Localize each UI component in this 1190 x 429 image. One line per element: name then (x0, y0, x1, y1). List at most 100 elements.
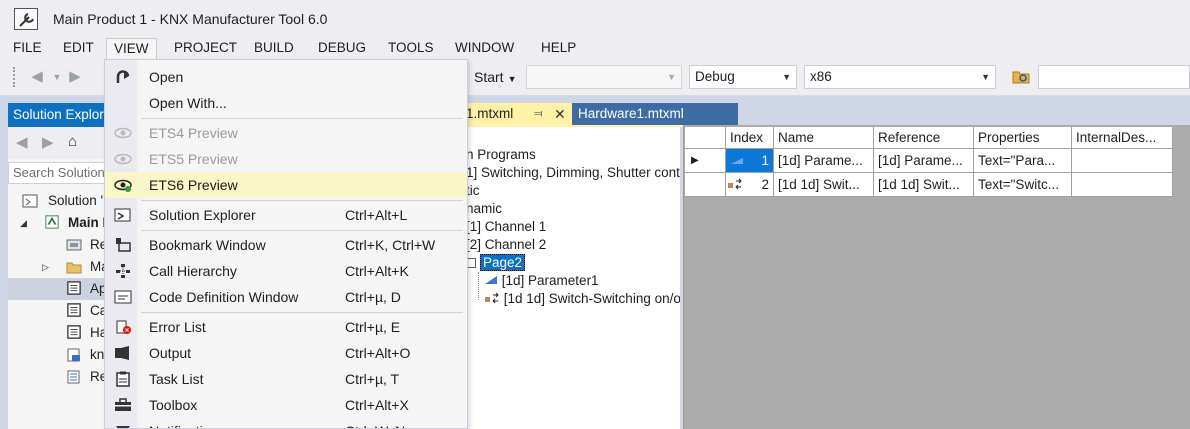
back-dropdown-icon[interactable]: ▼ (48, 68, 66, 86)
start-button[interactable]: Start ▼ (474, 69, 517, 85)
row-properties[interactable]: Text="Para... (974, 149, 1072, 173)
row-name[interactable]: [1d 1d] Swit... (774, 173, 874, 197)
column-header-reference[interactable]: Reference (874, 127, 974, 149)
knx-project-icon (45, 215, 59, 229)
row-reference[interactable]: [1d 1d] Swit... (874, 173, 974, 197)
row-index-cell[interactable]: 2 (726, 173, 774, 197)
parameter-icon (485, 276, 497, 284)
tree-node-dynamic[interactable]: namic (466, 200, 502, 218)
menu-item-code-definition[interactable]: Code Definition Window Ctrl+µ, D (105, 284, 467, 310)
tree-node-program[interactable]: 1] Switching, Dimming, Shutter contr (466, 164, 680, 182)
tree-item-knx-master[interactable]: knx_master.xml (8, 344, 105, 366)
pin-icon[interactable]: ⫤ (534, 103, 542, 125)
tree-node-parameter1[interactable]: [1d] Parameter1 (484, 272, 599, 290)
tree-item-label: Manufacturer Data (90, 259, 105, 274)
row-name[interactable]: [1d] Parame... (774, 149, 874, 173)
configuration-combo[interactable]: Debug ▼ (689, 65, 797, 89)
menu-item-label: Open With... (149, 95, 227, 111)
menu-file[interactable]: FILE (6, 38, 49, 60)
row-reference[interactable]: [1d] Parame... (874, 149, 974, 173)
menu-item-label: Notifications (149, 418, 225, 428)
menu-item-notifications[interactable]: Notifications Ctrl+W, N (105, 418, 467, 428)
toolbar-grip[interactable] (13, 67, 17, 87)
close-icon[interactable]: ✕ (554, 103, 566, 125)
row-properties[interactable]: Text="Switc... (974, 173, 1072, 197)
solution-icon (22, 194, 38, 208)
column-header-properties[interactable]: Properties (974, 127, 1072, 149)
chevron-down-icon: ▼ (782, 72, 791, 82)
menu-bar: FILE EDIT VIEW PROJECT BUILD DEBUG TOOLS… (0, 38, 1190, 60)
menu-view[interactable]: VIEW (106, 38, 157, 60)
menu-item-open[interactable]: Open (105, 64, 467, 90)
menu-debug[interactable]: DEBUG (311, 38, 373, 60)
menu-item-bookmark-window[interactable]: Bookmark Window Ctrl+K, Ctrl+W (105, 232, 467, 258)
menu-window[interactable]: WINDOW (448, 38, 521, 60)
menu-item-call-hierarchy[interactable]: Call Hierarchy Ctrl+Alt+K (105, 258, 467, 284)
startup-item-combo[interactable]: ▼ (526, 65, 682, 89)
tab-hardware[interactable]: Hardware1.mtxml (572, 103, 738, 125)
tree-node-channel-2[interactable]: [2] Channel 2 (466, 236, 546, 254)
back-icon[interactable]: ◀ (16, 133, 28, 151)
tree-node-page2[interactable]: Page2 (466, 254, 526, 272)
solution-explorer-title[interactable]: Solution Explorer (8, 103, 105, 127)
column-header-name[interactable]: Name (774, 127, 874, 149)
tab-application[interactable]: 1.mtxml ⫤ ✕ (466, 103, 572, 125)
menu-edit[interactable]: EDIT (56, 38, 101, 60)
menu-project[interactable]: PROJECT (167, 38, 244, 60)
tree-node-switch[interactable]: [1d 1d] Switch-Switching on/of (484, 290, 680, 308)
collapsed-arrow-icon[interactable]: ▷ (42, 256, 49, 278)
find-in-files-icon[interactable] (1012, 68, 1030, 84)
menu-item-ets4-preview[interactable]: ETS4 Preview (105, 120, 467, 146)
platform-combo[interactable]: x86 ▼ (804, 65, 996, 89)
menu-item-toolbox[interactable]: Toolbox Ctrl+Alt+X (105, 392, 467, 418)
menu-item-ets5-preview[interactable]: ETS5 Preview (105, 146, 467, 172)
menu-item-error-list[interactable]: Error List Ctrl+µ, E (105, 314, 467, 340)
menu-build[interactable]: BUILD (247, 38, 301, 60)
call-hierarchy-icon (116, 264, 130, 278)
xml-file-icon (67, 348, 80, 362)
row-internal[interactable] (1072, 173, 1173, 197)
tree-item-readme[interactable]: Readme (8, 366, 105, 388)
document-tab-bar: 1.mtxml ⫤ ✕ Hardware1.mtxml (466, 103, 738, 125)
chevron-down-icon: ▼ (981, 72, 990, 82)
solution-search-input[interactable]: Search Solution Explorer (8, 162, 105, 184)
expanded-arrow-icon[interactable]: ◢ (20, 212, 27, 234)
row-index-cell[interactable]: 1 (726, 149, 774, 173)
menu-item-ets6-preview[interactable]: ETS6 Preview (105, 172, 467, 198)
tree-item-application[interactable]: Application1.mtxml (8, 278, 105, 300)
menu-item-solution-explorer[interactable]: Solution Explorer Ctrl+Alt+L (105, 202, 467, 228)
tree-item-label: Hardware1.mtxml (90, 325, 105, 340)
tree-item-project[interactable]: ◢ Main Product 1 (8, 212, 105, 234)
home-icon[interactable]: ⌂ (68, 133, 77, 150)
row-internal[interactable] (1072, 149, 1173, 173)
error-list-icon (116, 320, 131, 334)
search-input[interactable] (1038, 65, 1190, 89)
menu-item-label: Solution Explorer (149, 207, 256, 223)
platform-value: x86 (810, 69, 832, 84)
tree-node-programs[interactable]: n Programs (466, 146, 536, 164)
back-icon[interactable]: ◀ (28, 68, 46, 86)
menu-item-open-with[interactable]: Open With... (105, 90, 467, 116)
current-row-arrow-icon[interactable]: ▶ (685, 149, 726, 173)
table-row[interactable]: ▶ 1 [1d] Parame... [1d] Parame... Text="… (685, 149, 1173, 173)
tree-item-hardware[interactable]: Hardware1.mtxml (8, 322, 105, 344)
tree-item-manufacturer-data[interactable]: ▷ Manufacturer Data (8, 256, 105, 278)
tree-item-references[interactable]: References (8, 234, 105, 256)
menu-help[interactable]: HELP (534, 38, 583, 60)
menu-item-output[interactable]: Output Ctrl+Alt+O (105, 340, 467, 366)
table-row[interactable]: 2 [1d 1d] Swit... [1d 1d] Swit... Text="… (685, 173, 1173, 197)
row-header[interactable] (685, 173, 726, 197)
menu-tools[interactable]: TOOLS (381, 38, 441, 60)
column-header-internal[interactable]: InternalDes... (1072, 127, 1173, 149)
forward-icon[interactable]: ▶ (66, 68, 84, 86)
forward-icon[interactable]: ▶ (42, 133, 54, 151)
menu-item-label: Call Hierarchy (149, 263, 237, 279)
tree-node-static[interactable]: tic (466, 182, 480, 200)
tree-item-catalog[interactable]: Catalog1.mtxml (8, 300, 105, 322)
column-header-index[interactable]: Index (726, 127, 774, 149)
menu-item-task-list[interactable]: Task List Ctrl+µ, T (105, 366, 467, 392)
tree-item-solution[interactable]: Solution 'Main Product 1' (8, 190, 105, 212)
parameter1-label: [1d] Parameter1 (501, 273, 599, 288)
tree-node-channel-1[interactable]: [1] Channel 1 (466, 218, 546, 236)
menu-separator (141, 312, 463, 313)
